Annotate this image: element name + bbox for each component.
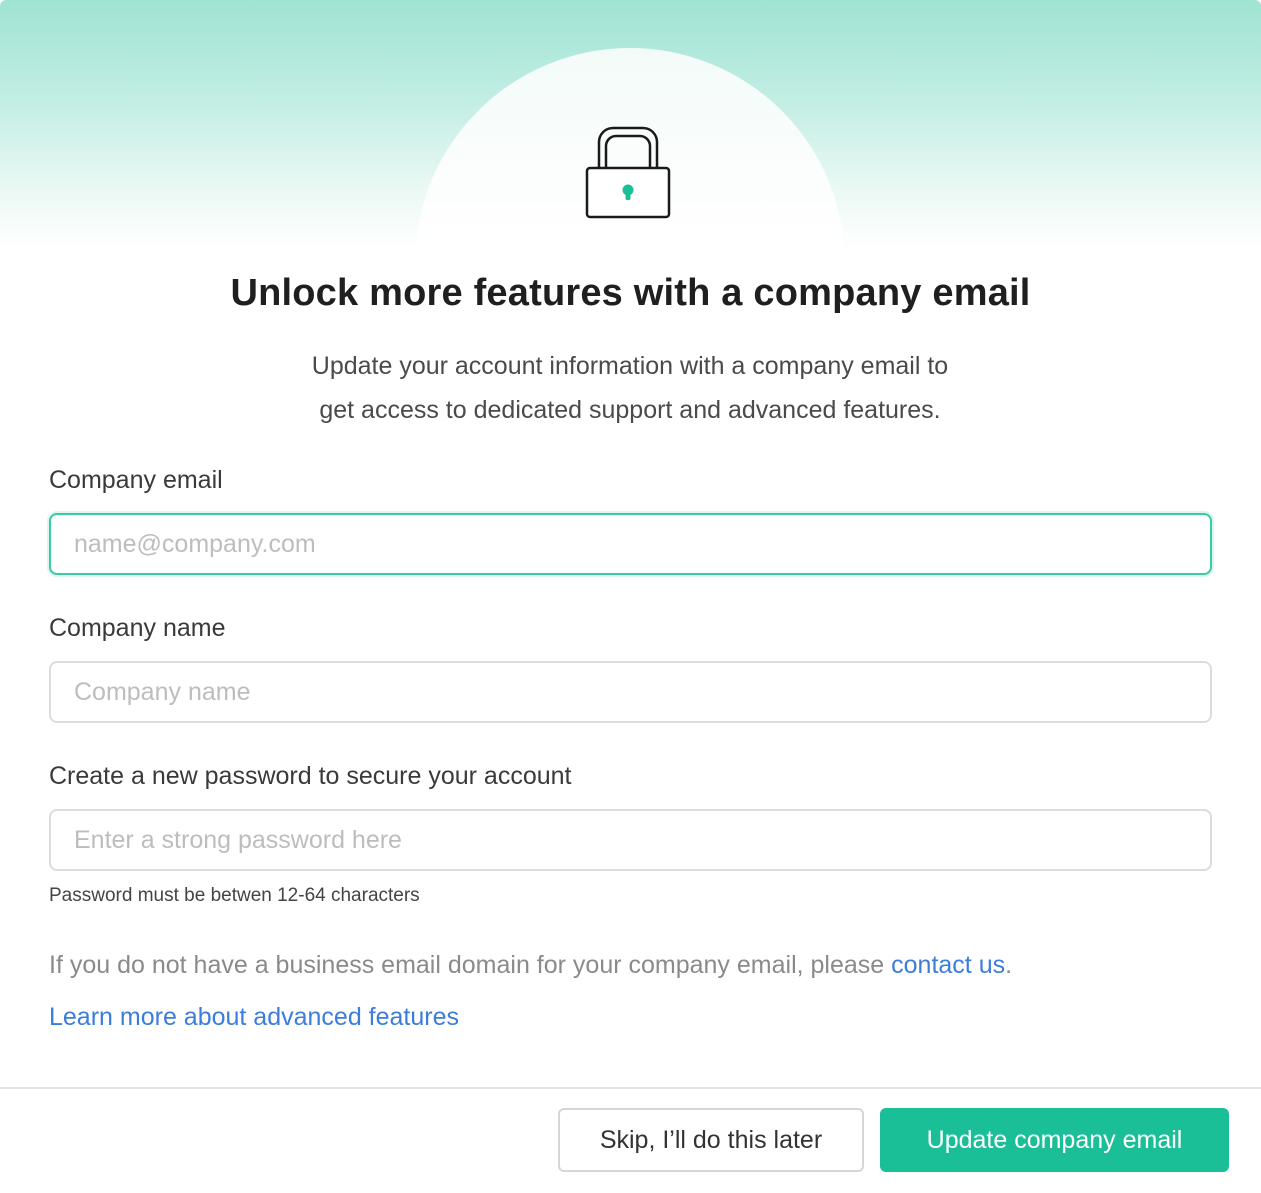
modal-subtitle: Update your account information with a c… [230,344,1030,432]
hero-banner [0,0,1261,478]
company-email-label: Company email [49,466,223,494]
note-suffix: . [1005,951,1013,979]
business-email-note: If you do not have a business email doma… [49,951,1012,980]
modal-title: Unlock more features with a company emai… [230,272,1031,314]
password-hint: Password must be betwen 12-64 characters [49,885,420,906]
note-text: If you do not have a business email doma… [49,951,892,979]
contact-us-link[interactable]: contact us [891,951,1005,979]
company-email-input[interactable] [49,513,1212,575]
upgrade-modal: Unlock more features with a company emai… [0,0,1261,1193]
company-name-label: Company name [49,614,226,642]
learn-more-link[interactable]: Learn more about advanced features [49,1003,459,1032]
password-input[interactable] [49,809,1212,871]
update-company-email-button[interactable]: Update company email [880,1108,1229,1172]
footer-divider [0,1087,1261,1089]
lock-icon [585,126,671,219]
company-name-input[interactable] [49,661,1212,723]
subtitle-line-1: Update your account information with a c… [311,352,949,380]
skip-button[interactable]: Skip, I’ll do this later [558,1108,864,1172]
subtitle-line-2: get access to dedicated support and adva… [319,396,941,424]
password-label: Create a new password to secure your acc… [49,762,572,790]
